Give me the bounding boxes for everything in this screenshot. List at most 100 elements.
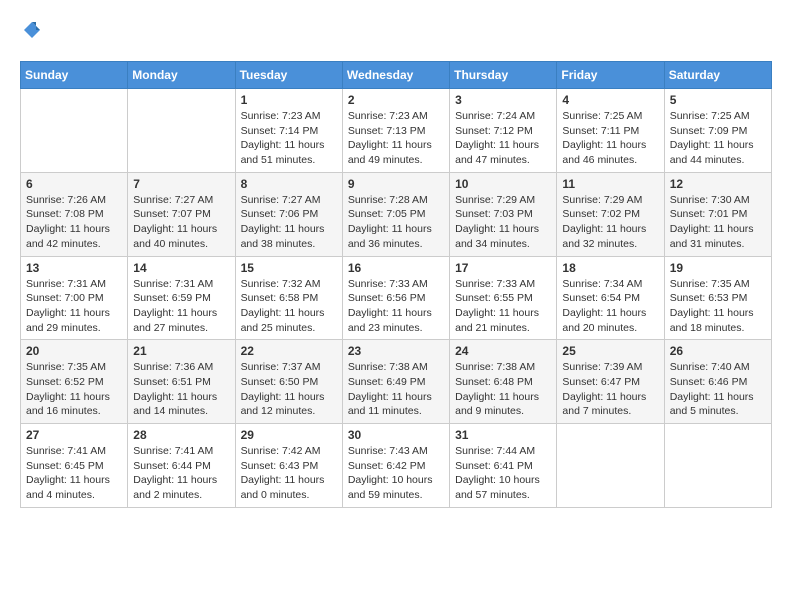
day-of-week-header: Sunday [21, 62, 128, 89]
calendar-day-cell: 29 Sunrise: 7:42 AM Sunset: 6:43 PM Dayli… [235, 424, 342, 508]
day-info: Sunrise: 7:37 AM Sunset: 6:50 PM Dayligh… [241, 360, 337, 419]
calendar-day-cell: 25 Sunrise: 7:39 AM Sunset: 6:47 PM Dayli… [557, 340, 664, 424]
calendar-day-cell: 20 Sunrise: 7:35 AM Sunset: 6:52 PM Dayli… [21, 340, 128, 424]
calendar-day-cell: 11 Sunrise: 7:29 AM Sunset: 7:02 PM Dayli… [557, 172, 664, 256]
logo [20, 20, 42, 45]
calendar-day-cell: 19 Sunrise: 7:35 AM Sunset: 6:53 PM Dayli… [664, 256, 771, 340]
day-info: Sunrise: 7:23 AM Sunset: 7:14 PM Dayligh… [241, 109, 337, 168]
calendar-day-cell: 8 Sunrise: 7:27 AM Sunset: 7:06 PM Daylig… [235, 172, 342, 256]
day-of-week-header: Thursday [450, 62, 557, 89]
day-number: 15 [241, 261, 337, 275]
calendar-table: SundayMondayTuesdayWednesdayThursdayFrid… [20, 61, 772, 508]
logo-icon [22, 20, 42, 40]
day-number: 31 [455, 428, 551, 442]
calendar-day-cell: 16 Sunrise: 7:33 AM Sunset: 6:56 PM Dayli… [342, 256, 449, 340]
day-number: 11 [562, 177, 658, 191]
logo-text [20, 20, 42, 45]
calendar-day-cell: 1 Sunrise: 7:23 AM Sunset: 7:14 PM Daylig… [235, 89, 342, 173]
day-info: Sunrise: 7:38 AM Sunset: 6:48 PM Dayligh… [455, 360, 551, 419]
calendar-day-cell: 27 Sunrise: 7:41 AM Sunset: 6:45 PM Dayli… [21, 424, 128, 508]
day-number: 24 [455, 344, 551, 358]
day-of-week-header: Friday [557, 62, 664, 89]
day-number: 20 [26, 344, 122, 358]
calendar-day-cell: 7Sunrise: 7:27 AM Sunset: 7:07 PM Daylig… [128, 172, 235, 256]
day-info: Sunrise: 7:26 AM Sunset: 7:08 PM Dayligh… [26, 193, 122, 252]
calendar-day-cell: 2 Sunrise: 7:23 AM Sunset: 7:13 PM Daylig… [342, 89, 449, 173]
day-number: 29 [241, 428, 337, 442]
calendar-day-cell: 5Sunrise: 7:25 AM Sunset: 7:09 PM Daylig… [664, 89, 771, 173]
day-info: Sunrise: 7:34 AM Sunset: 6:54 PM Dayligh… [562, 277, 658, 336]
day-info: Sunrise: 7:29 AM Sunset: 7:02 PM Dayligh… [562, 193, 658, 252]
calendar-day-cell: 30 Sunrise: 7:43 AM Sunset: 6:42 PM Dayli… [342, 424, 449, 508]
day-number: 27 [26, 428, 122, 442]
calendar-week-row: 20 Sunrise: 7:35 AM Sunset: 6:52 PM Dayli… [21, 340, 772, 424]
calendar-day-cell: 31 Sunrise: 7:44 AM Sunset: 6:41 PM Dayli… [450, 424, 557, 508]
day-info: Sunrise: 7:41 AM Sunset: 6:45 PM Dayligh… [26, 444, 122, 503]
day-number: 6 [26, 177, 122, 191]
calendar-day-cell: 14Sunrise: 7:31 AM Sunset: 6:59 PM Dayli… [128, 256, 235, 340]
day-number: 30 [348, 428, 444, 442]
calendar-day-cell: 9 Sunrise: 7:28 AM Sunset: 7:05 PM Daylig… [342, 172, 449, 256]
calendar-week-row: 1 Sunrise: 7:23 AM Sunset: 7:14 PM Daylig… [21, 89, 772, 173]
day-info: Sunrise: 7:28 AM Sunset: 7:05 PM Dayligh… [348, 193, 444, 252]
calendar-day-cell: 17Sunrise: 7:33 AM Sunset: 6:55 PM Dayli… [450, 256, 557, 340]
calendar-week-row: 27 Sunrise: 7:41 AM Sunset: 6:45 PM Dayli… [21, 424, 772, 508]
calendar-day-cell [557, 424, 664, 508]
calendar-week-row: 13 Sunrise: 7:31 AM Sunset: 7:00 PM Dayli… [21, 256, 772, 340]
day-number: 8 [241, 177, 337, 191]
day-number: 17 [455, 261, 551, 275]
day-of-week-header: Monday [128, 62, 235, 89]
day-info: Sunrise: 7:24 AM Sunset: 7:12 PM Dayligh… [455, 109, 551, 168]
calendar-day-cell: 24 Sunrise: 7:38 AM Sunset: 6:48 PM Dayli… [450, 340, 557, 424]
day-number: 18 [562, 261, 658, 275]
day-info: Sunrise: 7:29 AM Sunset: 7:03 PM Dayligh… [455, 193, 551, 252]
day-number: 22 [241, 344, 337, 358]
calendar-day-cell [664, 424, 771, 508]
day-info: Sunrise: 7:31 AM Sunset: 7:00 PM Dayligh… [26, 277, 122, 336]
calendar-day-cell [21, 89, 128, 173]
day-number: 25 [562, 344, 658, 358]
day-number: 16 [348, 261, 444, 275]
day-info: Sunrise: 7:42 AM Sunset: 6:43 PM Dayligh… [241, 444, 337, 503]
day-number: 2 [348, 93, 444, 107]
day-number: 4 [562, 93, 658, 107]
day-number: 7 [133, 177, 229, 191]
day-info: Sunrise: 7:32 AM Sunset: 6:58 PM Dayligh… [241, 277, 337, 336]
day-number: 1 [241, 93, 337, 107]
calendar-day-cell: 6 Sunrise: 7:26 AM Sunset: 7:08 PM Daylig… [21, 172, 128, 256]
day-info: Sunrise: 7:23 AM Sunset: 7:13 PM Dayligh… [348, 109, 444, 168]
day-info: Sunrise: 7:35 AM Sunset: 6:53 PM Dayligh… [670, 277, 766, 336]
calendar-day-cell: 26 Sunrise: 7:40 AM Sunset: 6:46 PM Dayli… [664, 340, 771, 424]
day-number: 23 [348, 344, 444, 358]
calendar-day-cell: 23 Sunrise: 7:38 AM Sunset: 6:49 PM Dayli… [342, 340, 449, 424]
calendar-header-row: SundayMondayTuesdayWednesdayThursdayFrid… [21, 62, 772, 89]
calendar-day-cell: 4 Sunrise: 7:25 AM Sunset: 7:11 PM Daylig… [557, 89, 664, 173]
calendar-day-cell: 15 Sunrise: 7:32 AM Sunset: 6:58 PM Dayli… [235, 256, 342, 340]
day-number: 26 [670, 344, 766, 358]
day-number: 9 [348, 177, 444, 191]
day-info: Sunrise: 7:27 AM Sunset: 7:06 PM Dayligh… [241, 193, 337, 252]
day-of-week-header: Tuesday [235, 62, 342, 89]
day-info: Sunrise: 7:40 AM Sunset: 6:46 PM Dayligh… [670, 360, 766, 419]
day-of-week-header: Saturday [664, 62, 771, 89]
day-number: 5 [670, 93, 766, 107]
day-info: Sunrise: 7:44 AM Sunset: 6:41 PM Dayligh… [455, 444, 551, 503]
calendar-day-cell: 22 Sunrise: 7:37 AM Sunset: 6:50 PM Dayli… [235, 340, 342, 424]
day-number: 28 [133, 428, 229, 442]
day-number: 19 [670, 261, 766, 275]
calendar-day-cell: 13 Sunrise: 7:31 AM Sunset: 7:00 PM Dayli… [21, 256, 128, 340]
day-number: 21 [133, 344, 229, 358]
day-info: Sunrise: 7:43 AM Sunset: 6:42 PM Dayligh… [348, 444, 444, 503]
day-number: 12 [670, 177, 766, 191]
calendar-day-cell: 10Sunrise: 7:29 AM Sunset: 7:03 PM Dayli… [450, 172, 557, 256]
day-info: Sunrise: 7:33 AM Sunset: 6:56 PM Dayligh… [348, 277, 444, 336]
calendar-week-row: 6 Sunrise: 7:26 AM Sunset: 7:08 PM Daylig… [21, 172, 772, 256]
calendar-day-cell [128, 89, 235, 173]
day-number: 3 [455, 93, 551, 107]
day-info: Sunrise: 7:35 AM Sunset: 6:52 PM Dayligh… [26, 360, 122, 419]
day-number: 13 [26, 261, 122, 275]
day-of-week-header: Wednesday [342, 62, 449, 89]
day-info: Sunrise: 7:25 AM Sunset: 7:11 PM Dayligh… [562, 109, 658, 168]
day-info: Sunrise: 7:38 AM Sunset: 6:49 PM Dayligh… [348, 360, 444, 419]
day-info: Sunrise: 7:39 AM Sunset: 6:47 PM Dayligh… [562, 360, 658, 419]
